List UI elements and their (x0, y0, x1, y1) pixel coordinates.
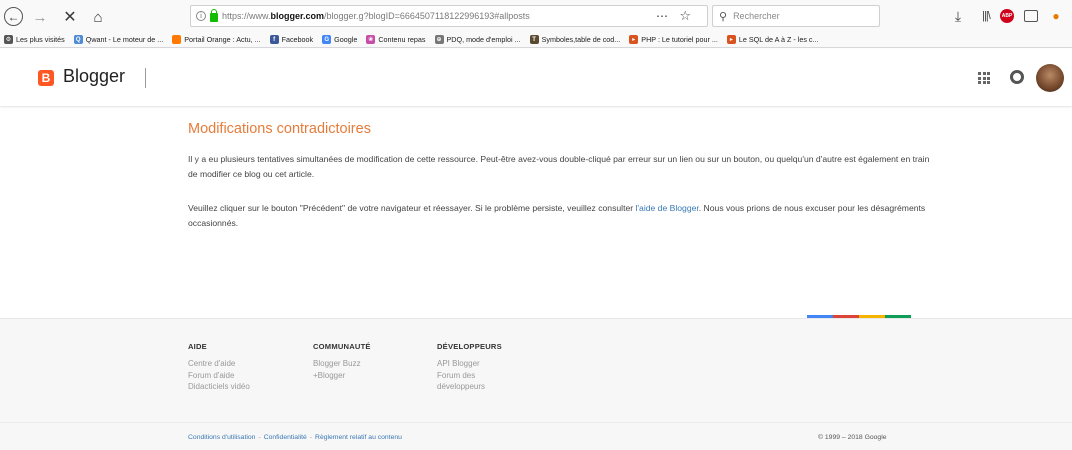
blogger-logo[interactable]: B (38, 70, 54, 86)
back-arrow-icon[interactable]: ← (4, 7, 23, 26)
footer-column-communaute: COMMUNAUTÉ Blogger Buzz +Blogger (313, 342, 371, 381)
footer-legal-links: Conditions d'utilisation - Confidentialité… (188, 434, 402, 441)
footer-link[interactable]: Centre d'aide (188, 358, 250, 370)
orange-icon (172, 35, 182, 44)
bookmark-label: PDQ, mode d'emploi ... (446, 35, 521, 44)
globe-icon: ⊕ (434, 35, 444, 44)
bookmarks-bar: ⚙ Les plus visités Q Qwant - Le moteur de .… (0, 32, 1072, 48)
bookmark-label: Les plus visités (16, 35, 65, 44)
blogger-header (0, 49, 1072, 106)
bookmark-label: Portail Orange : Actu, ... (184, 35, 261, 44)
t-icon: T (529, 35, 539, 44)
url-prefix: https://www. (222, 11, 271, 21)
app-name[interactable]: Blogger (63, 66, 125, 87)
footer-heading: AIDE (188, 342, 207, 351)
bookmark-item[interactable]: Q Qwant - Le moteur de ... (73, 35, 164, 44)
copyright: © 1999 – 2018 Google (818, 434, 887, 441)
bookmark-label: Google (334, 35, 358, 44)
search-placeholder: Rechercher (733, 11, 780, 21)
page-actions-icon[interactable]: ⋯ (656, 9, 669, 23)
terms-link[interactable]: Conditions d'utilisation (188, 434, 255, 441)
browser-toolbar: ← → ✕ ⌂ i https://www. blogger.com/blogge… (0, 0, 1072, 32)
bookmark-item[interactable]: G Google (322, 35, 357, 44)
footer-column-developpeurs: DÉVELOPPEURS API Blogger Forum des dével… (437, 342, 502, 393)
bookmark-star-icon[interactable]: ☆ (679, 8, 691, 24)
library-icon[interactable]: |||\ (978, 8, 994, 24)
search-icon: ⚲ (719, 10, 728, 23)
content-policy-link[interactable]: Règlement relatif au contenu (315, 434, 402, 441)
footer-heading: DÉVELOPPEURS (437, 342, 502, 351)
error-message: Il y a eu plusieurs tentatives simultané… (188, 154, 930, 179)
header-divider (145, 68, 146, 88)
apps-grid-icon[interactable] (978, 72, 990, 84)
footer-link[interactable]: Didacticiels vidéo (188, 381, 250, 393)
lock-icon (210, 8, 218, 22)
download-icon[interactable]: ⤓ (950, 8, 966, 24)
bookmark-item[interactable]: ⚙ Les plus visités (4, 35, 65, 44)
extension-icon[interactable]: ● (1048, 8, 1064, 24)
bookmark-item[interactable]: ❀ Contenu repas (366, 35, 426, 44)
gear-icon: ⚙ (4, 35, 13, 44)
home-icon[interactable]: ⌂ (88, 7, 108, 27)
privacy-link[interactable]: Confidentialité (264, 434, 307, 441)
bookmark-label: PHP : Le tutoriel pour ... (641, 35, 718, 44)
search-input[interactable]: ⚲ Rechercher (712, 5, 880, 27)
footer (0, 318, 1072, 450)
avatar[interactable] (1036, 64, 1064, 92)
legal-separator: - (258, 434, 261, 441)
footer-link[interactable]: Forum des (437, 370, 502, 382)
footer-link[interactable]: API Blogger (437, 358, 502, 370)
bookmark-label: Symboles,table de cod... (541, 35, 621, 44)
footer-link[interactable]: +Blogger (313, 370, 371, 382)
footer-column-aide: AIDE Centre d'aide Forum d'aide Didactic… (188, 342, 250, 393)
qwant-icon: Q (73, 35, 83, 44)
page-title: Modifications contradictoires (188, 121, 371, 137)
flower-icon: ❀ (366, 35, 376, 44)
close-icon[interactable]: ✕ (60, 7, 80, 27)
google-icon: G (322, 35, 332, 44)
footer-divider (0, 422, 1072, 423)
help-link[interactable]: l'aide de Blogger (636, 203, 699, 213)
facebook-icon: f (269, 35, 279, 44)
instructions-text: Veuillez cliquer sur le bouton "Précéden… (188, 203, 636, 213)
bookmark-label: Qwant - Le moteur de ... (85, 35, 164, 44)
info-icon[interactable]: i (196, 11, 206, 21)
legal-separator: - (309, 434, 313, 441)
url-path: /blogger.g?blogID=6664507118122996193#al… (324, 11, 530, 21)
bookmark-item[interactable]: T Symboles,table de cod... (529, 35, 621, 44)
bookmark-item[interactable]: f Facebook (269, 35, 314, 44)
bookmark-label: Le SQL de A à Z - les c... (738, 35, 819, 44)
footer-link[interactable]: développeurs (437, 381, 502, 393)
bookmark-item[interactable]: Portail Orange : Actu, ... (172, 35, 261, 44)
footer-link[interactable]: Blogger Buzz (313, 358, 371, 370)
footer-heading: COMMUNAUTÉ (313, 342, 371, 351)
forward-arrow-icon[interactable]: → (30, 7, 50, 27)
bookmark-item[interactable]: ⊕ PDQ, mode d'emploi ... (434, 35, 521, 44)
footer-link[interactable]: Forum d'aide (188, 370, 250, 382)
bookmark-item[interactable]: ▸ PHP : Le tutoriel pour ... (629, 35, 718, 44)
bookmark-item[interactable]: ▸ Le SQL de A à Z - les c... (726, 35, 819, 44)
adblock-icon[interactable]: ABP (1000, 9, 1014, 23)
page: ← → ✕ ⌂ i https://www. blogger.com/blogge… (0, 0, 1072, 450)
url-bar[interactable]: i https://www. blogger.com/blogger.g?blog… (190, 5, 708, 27)
bookmark-label: Facebook (281, 35, 314, 44)
bookmark-label: Contenu repas (378, 35, 426, 44)
error-instructions: Veuillez cliquer sur le bouton "Précéden… (188, 201, 933, 231)
bookmark-icon: ▸ (629, 35, 639, 44)
sidebar-icon[interactable] (1024, 10, 1038, 22)
bookmark-icon: ▸ (726, 35, 736, 44)
url-host: blogger.com (270, 11, 325, 21)
notifications-icon[interactable] (1010, 70, 1024, 84)
